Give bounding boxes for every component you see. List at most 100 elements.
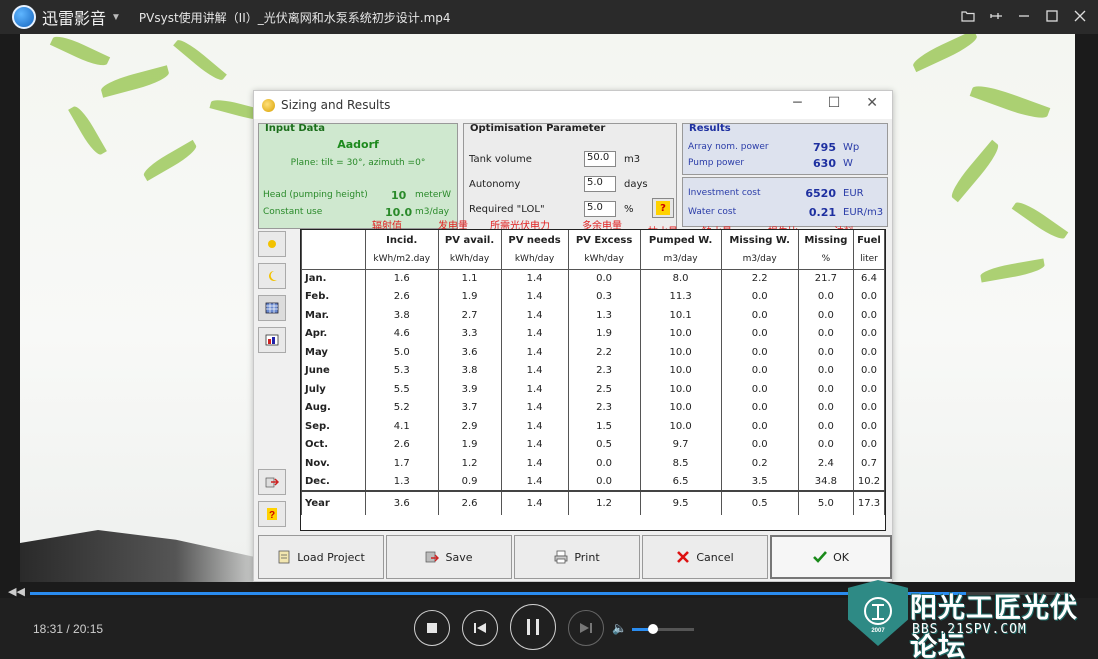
site-name: Aadorf	[337, 138, 379, 151]
input-data-panel: Input Data Aadorf Plane: tilt = 30°, azi…	[258, 123, 458, 229]
value-cell: 1.4	[500, 269, 569, 288]
value-cell: 0.0	[720, 306, 799, 325]
folder-icon[interactable]	[958, 6, 978, 26]
unit-cell	[301, 250, 366, 270]
unit-cell: liter	[852, 250, 886, 270]
year-value-cell: 0.5	[720, 490, 799, 515]
volume-slider[interactable]	[632, 628, 694, 631]
table-row: May 5.0 3.6 1.4 2.2 10.0 0.0 0.0 0.0	[301, 343, 886, 362]
month-cell: May	[301, 343, 366, 362]
volume-icon[interactable]: 🔈	[612, 621, 627, 635]
table-tool-button[interactable]	[258, 295, 286, 321]
forum-logo-icon: 2007	[864, 597, 892, 634]
value-cell: 0.0	[567, 472, 641, 491]
help-button[interactable]: ?	[652, 198, 674, 218]
app-logo-icon	[12, 5, 36, 29]
stop-button[interactable]	[414, 610, 450, 646]
value-cell: 1.4	[500, 306, 569, 325]
dialog-minimize-icon[interactable]: ─	[793, 95, 801, 111]
minimize-icon[interactable]	[1014, 6, 1034, 26]
value-cell: 3.6	[437, 343, 502, 362]
value-cell: 8.0	[639, 269, 722, 288]
month-cell: Oct.	[301, 435, 366, 454]
table-row: Jan. 1.6 1.1 1.4 0.0 8.0 2.2 21.7 6.4	[301, 269, 886, 288]
table-row: Nov. 1.7 1.2 1.4 0.0 8.5 0.2 2.4 0.7	[301, 454, 886, 473]
close-icon[interactable]	[1070, 6, 1090, 26]
lol-unit: %	[624, 204, 634, 215]
volume-knob[interactable]	[648, 624, 658, 634]
pump-power-label: Pump power	[688, 158, 745, 168]
panel-label: Optimisation Parameter	[470, 123, 606, 134]
sun-tool-button[interactable]	[258, 231, 286, 257]
ok-button[interactable]: OK	[770, 535, 892, 579]
value-cell: 0.0	[852, 398, 886, 417]
value-cell: 0.0	[720, 361, 799, 380]
value-cell: 0.0	[852, 306, 886, 325]
lol-field[interactable]: 5.0	[584, 201, 616, 217]
maximize-icon[interactable]	[1042, 6, 1062, 26]
save-button[interactable]: Save	[386, 535, 512, 579]
moon-icon	[269, 271, 277, 281]
print-button[interactable]: Print	[514, 535, 640, 579]
help-tool-button[interactable]: ?	[258, 501, 286, 527]
next-button[interactable]	[568, 610, 604, 646]
load-project-label: Load Project	[297, 550, 365, 564]
year-value-cell: 1.4	[500, 490, 569, 515]
value-cell: 1.6	[365, 269, 439, 288]
dialog-close-icon[interactable]: ✕	[866, 95, 878, 111]
autonomy-row: Autonomy 5.0 days	[469, 176, 648, 192]
value-cell: 3.5	[720, 472, 799, 491]
pause-button[interactable]	[510, 604, 556, 650]
bamboo-leaf-decoration	[910, 34, 980, 73]
array-power-row: Array nom. power 795 Wp	[688, 141, 859, 154]
month-cell: Sep.	[301, 417, 366, 436]
previous-button[interactable]	[462, 610, 498, 646]
tank-unit: m3	[624, 154, 641, 165]
value-cell: 1.4	[500, 454, 569, 473]
head-value: 10	[391, 189, 407, 202]
moon-tool-button[interactable]	[258, 263, 286, 289]
pump-power-value: 630	[813, 157, 836, 170]
table-row: Oct. 2.6 1.9 1.4 0.5 9.7 0.0 0.0 0.0	[301, 435, 886, 454]
bamboo-leaf-decoration	[947, 139, 1003, 203]
sun-small-icon	[268, 240, 276, 248]
cost-panel: Investment cost 6520 EUR Water cost 0.21…	[682, 177, 888, 227]
value-cell: 0.0	[720, 398, 799, 417]
year-value-cell: 1.2	[567, 490, 641, 515]
chart-tool-button[interactable]	[258, 327, 286, 353]
investment-row: Investment cost 6520 EUR	[688, 187, 864, 200]
load-project-button[interactable]: Load Project	[258, 535, 384, 579]
value-cell: 0.0	[720, 343, 799, 362]
dialog-maximize-icon[interactable]: ☐	[828, 95, 841, 111]
cancel-button[interactable]: Cancel	[642, 535, 768, 579]
bamboo-leaf-decoration	[49, 34, 111, 71]
panel-label: Input Data	[265, 123, 325, 134]
checkmark-icon	[813, 551, 828, 563]
value-cell: 0.0	[797, 417, 854, 436]
value-cell: 0.0	[720, 324, 799, 343]
printer-icon	[554, 550, 568, 564]
table-header-row: Incid. PV avail. PV needs PV Excess Pump…	[301, 230, 886, 250]
month-cell: Dec.	[301, 472, 366, 491]
plane-orientation: Plane: tilt = 30°, azimuth =0°	[290, 158, 426, 168]
value-cell: 1.1	[437, 269, 502, 288]
value-cell: 2.7	[437, 306, 502, 325]
pause-icon	[527, 619, 539, 635]
seek-bar-fill	[30, 592, 966, 595]
year-value-cell: 3.6	[365, 490, 439, 515]
export-tool-button[interactable]	[258, 469, 286, 495]
value-cell: 1.3	[365, 472, 439, 491]
tank-volume-field[interactable]: 50.0	[584, 151, 616, 167]
autonomy-field[interactable]: 5.0	[584, 176, 616, 192]
ok-label: OK	[833, 550, 849, 564]
water-cost-row: Water cost 0.21 EUR/m3	[688, 206, 883, 219]
app-menu[interactable]: 迅雷影音 ▼	[12, 5, 121, 29]
lol-row: Required "LOL" 5.0 % ?	[469, 198, 674, 218]
side-toolbar: ?	[258, 231, 286, 529]
pin-icon[interactable]	[986, 6, 1006, 26]
month-cell: Nov.	[301, 454, 366, 473]
value-cell: 0.3	[567, 287, 641, 306]
value-cell: 1.3	[567, 306, 641, 325]
value-cell: 5.3	[365, 361, 439, 380]
rewind-icon[interactable]: ◀◀	[8, 585, 25, 598]
